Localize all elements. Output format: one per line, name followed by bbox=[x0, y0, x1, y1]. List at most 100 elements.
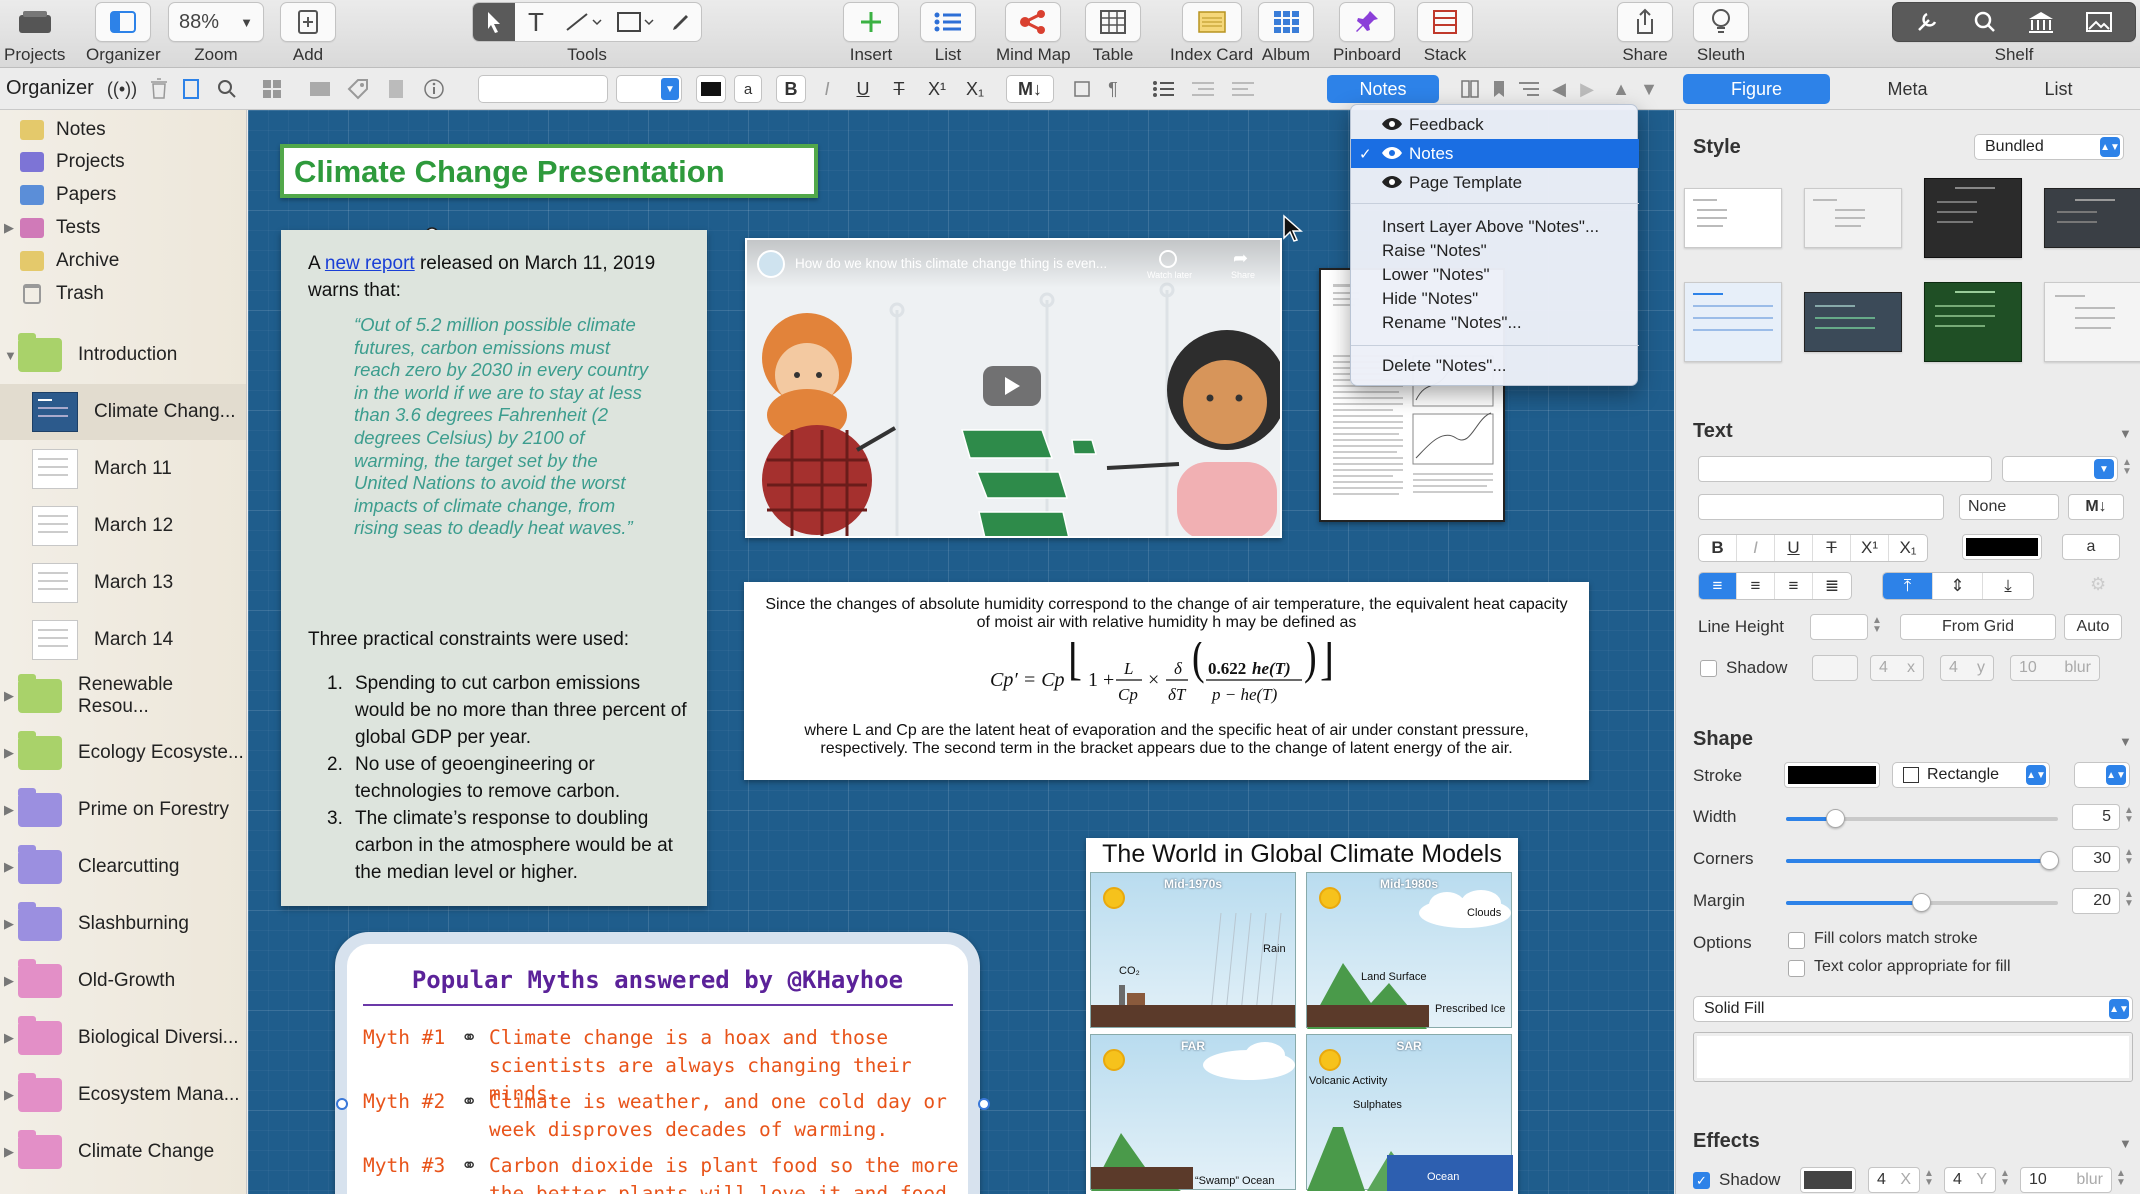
superscript-button[interactable]: X¹ bbox=[1851, 535, 1889, 561]
link-icon[interactable]: ⚭ bbox=[461, 1088, 477, 1116]
stroke-style-popup[interactable]: ▲▼ bbox=[2074, 762, 2130, 788]
stepper-icon[interactable]: ▲ ▼ bbox=[2124, 848, 2134, 867]
menu-item-lower[interactable]: Lower "Notes" bbox=[1351, 263, 1639, 287]
select-tool[interactable] bbox=[473, 3, 515, 41]
corners-slider[interactable] bbox=[1786, 851, 2059, 870]
insert-button[interactable]: Insert bbox=[843, 2, 899, 65]
video-embed[interactable]: How do we know this climate change thing… bbox=[745, 238, 1282, 538]
sidebar-item-papers[interactable]: Papers bbox=[0, 179, 246, 211]
sidebar-item-archive[interactable]: Archive bbox=[0, 245, 246, 277]
line-tool[interactable] bbox=[557, 3, 609, 41]
tab-meta[interactable]: Meta bbox=[1834, 74, 1981, 104]
align-top-icon[interactable]: ⤒ bbox=[1883, 573, 1933, 599]
zoom-control[interactable]: 88% ▼ Zoom bbox=[168, 2, 264, 65]
underline-button[interactable]: U bbox=[848, 75, 878, 103]
highlight-color-well[interactable]: a bbox=[734, 75, 762, 103]
text-transform-field[interactable]: None bbox=[1959, 494, 2059, 520]
chevron-down-icon[interactable]: ▼ bbox=[2119, 1136, 2132, 1151]
info-icon[interactable] bbox=[420, 75, 448, 103]
share-arrow-icon[interactable]: ➦ bbox=[1233, 248, 1248, 269]
shelf-button[interactable]: Shelf bbox=[1892, 2, 2136, 65]
stepper-icon[interactable]: ▲ ▼ bbox=[1924, 1169, 1934, 1188]
bold-button[interactable]: B bbox=[776, 75, 806, 103]
menu-item-feedback[interactable]: Feedback bbox=[1351, 110, 1639, 139]
style-thumbnail[interactable] bbox=[2044, 282, 2140, 362]
fill-type-popup[interactable]: Solid Fill ▲▼ bbox=[1693, 996, 2133, 1022]
stroke-color-well[interactable] bbox=[1784, 762, 1880, 788]
trash-icon[interactable] bbox=[146, 75, 172, 103]
menu-item-hide[interactable]: Hide "Notes" bbox=[1351, 287, 1639, 311]
disclosure-triangle-icon[interactable]: ▶ bbox=[4, 973, 14, 989]
shape-tool[interactable] bbox=[609, 3, 661, 41]
resize-handle-right[interactable] bbox=[978, 1098, 990, 1110]
presentation-title-card[interactable]: Climate Change Presentation bbox=[280, 144, 818, 198]
sidebar-item-climate-presentation[interactable]: Climate Chang... bbox=[0, 384, 246, 440]
outdent-icon[interactable] bbox=[1188, 75, 1218, 103]
disclosure-triangle-icon[interactable]: ▶ bbox=[4, 1087, 14, 1103]
notes-card[interactable]: A new report released on March 11, 2019 … bbox=[281, 230, 707, 906]
style-thumbnail[interactable] bbox=[1924, 282, 2022, 362]
text-color-fill-checkbox[interactable] bbox=[1788, 960, 1805, 977]
sidebar-item-notes[interactable]: Notes bbox=[0, 114, 246, 146]
tab-list[interactable]: List bbox=[1985, 74, 2132, 104]
stack-button[interactable]: Stack bbox=[1417, 2, 1473, 65]
strikethrough-button[interactable]: T bbox=[1813, 535, 1851, 561]
stepper-icon[interactable]: ▲ ▼ bbox=[1872, 616, 1882, 635]
align-center-icon[interactable]: ≡ bbox=[1737, 573, 1775, 599]
text-tool[interactable]: T bbox=[515, 3, 557, 41]
note-icon[interactable] bbox=[382, 75, 410, 103]
subscript-button[interactable]: X₁ bbox=[1889, 535, 1927, 561]
bullet-list-icon[interactable] bbox=[1148, 75, 1178, 103]
align-middle-icon[interactable]: ⇕ bbox=[1933, 573, 1983, 599]
markdown-toggle[interactable]: M↓ bbox=[2068, 494, 2124, 520]
style-thumbnail[interactable] bbox=[1804, 292, 1902, 352]
text-color-well[interactable] bbox=[1962, 534, 2042, 560]
disclosure-triangle-icon[interactable]: ▶ bbox=[4, 916, 14, 932]
italic-button[interactable]: I bbox=[1737, 535, 1775, 561]
menu-item-page-template[interactable]: Page Template bbox=[1351, 168, 1639, 197]
sidebar-item-ecology[interactable]: ▶ Ecology Ecosyste... bbox=[0, 725, 246, 781]
sidebar-item-march-14[interactable]: March 14 bbox=[0, 612, 246, 668]
sidebar-item-old-growth[interactable]: ▶ Old-Growth bbox=[0, 953, 246, 1009]
markdown-button[interactable]: M↓ bbox=[1006, 75, 1054, 103]
strikethrough-button[interactable]: T bbox=[884, 75, 914, 103]
sidebar-item-projects[interactable]: Projects bbox=[0, 146, 246, 178]
text-shadow-color[interactable] bbox=[1812, 655, 1858, 681]
from-grid-button[interactable]: From Grid bbox=[1900, 614, 2056, 640]
grid-view-icon[interactable] bbox=[258, 75, 286, 103]
auto-button[interactable]: Auto bbox=[2064, 614, 2122, 640]
new-report-link[interactable]: new report bbox=[325, 253, 415, 274]
pinboard-button[interactable]: Pinboard bbox=[1333, 2, 1401, 65]
layer-popup-button[interactable]: Notes bbox=[1327, 75, 1439, 103]
align-lines-icon[interactable] bbox=[1516, 75, 1542, 103]
width-field[interactable]: 5 bbox=[2072, 804, 2120, 830]
shadow-y-field[interactable]: 4Y bbox=[1944, 1167, 1996, 1193]
style-thumbnail[interactable] bbox=[1684, 282, 1782, 362]
style-thumbnail[interactable] bbox=[1804, 188, 1902, 248]
disclosure-triangle-icon[interactable]: ▶ bbox=[4, 1144, 14, 1160]
shadow-color-well[interactable] bbox=[1800, 1167, 1856, 1193]
disclosure-triangle-icon[interactable]: ▶ bbox=[4, 1030, 14, 1046]
sidebar-item-march-11[interactable]: March 11 bbox=[0, 441, 246, 497]
style-thumbnail[interactable] bbox=[2044, 188, 2140, 248]
tab-figure[interactable]: Figure bbox=[1683, 74, 1830, 104]
chevron-down-icon[interactable]: ▼ bbox=[2119, 426, 2132, 441]
text-shadow-blur[interactable]: 10 blur bbox=[2010, 655, 2100, 681]
share-button[interactable]: Share bbox=[1617, 2, 1673, 65]
shadow-x-field[interactable]: 4X bbox=[1868, 1167, 1920, 1193]
sleuth-button[interactable]: Sleuth bbox=[1693, 2, 1749, 65]
align-bottom-icon[interactable]: ⤓ bbox=[1983, 573, 2033, 599]
sidebar-item-biological-diversity[interactable]: ▶ Biological Diversi... bbox=[0, 1010, 246, 1066]
broadcast-icon[interactable]: ((•)) bbox=[107, 75, 137, 103]
font-size-popup[interactable]: ▼ bbox=[2002, 456, 2118, 482]
text-shadow-checkbox[interactable] bbox=[1700, 660, 1717, 677]
margin-slider[interactable] bbox=[1786, 893, 2058, 912]
text-color-well[interactable] bbox=[696, 75, 726, 103]
pen-tool[interactable] bbox=[661, 3, 701, 41]
sidebar-item-ecosystem-management[interactable]: ▶ Ecosystem Mana... bbox=[0, 1067, 246, 1123]
gear-icon[interactable]: ⚙ bbox=[2090, 574, 2106, 595]
italic-button[interactable]: I bbox=[812, 75, 842, 103]
sidebar-item-forestry[interactable]: ▶ Prime on Forestry bbox=[0, 782, 246, 838]
clock-icon[interactable] bbox=[1159, 250, 1177, 268]
organizer-toggle[interactable]: Organizer bbox=[86, 2, 161, 65]
